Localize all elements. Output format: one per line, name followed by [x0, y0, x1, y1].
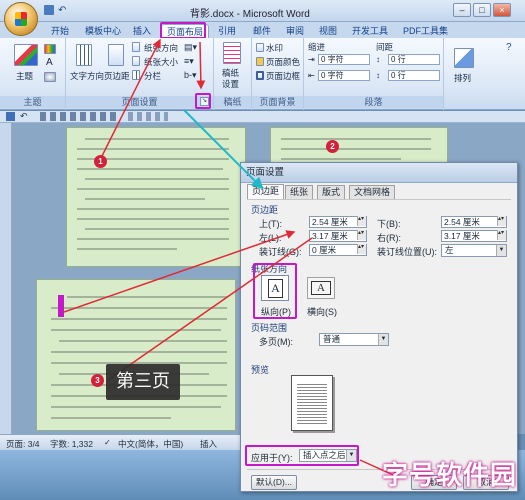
- annotation-arrows: [63, 38, 402, 480]
- arrow-to-tab: [99, 38, 161, 161]
- arrow-to-portrait: [63, 230, 296, 313]
- site-watermark: 字号软件园: [382, 455, 522, 495]
- callout-page-three: 第三页: [106, 364, 180, 400]
- arrow-to-dialog: [183, 109, 264, 190]
- step-badge-3: 3: [91, 374, 104, 387]
- watermark-text: 字号软件园: [382, 461, 518, 491]
- step-badge-1: 1: [94, 155, 107, 168]
- arrow-to-page3: [107, 237, 313, 381]
- office-button[interactable]: [4, 2, 38, 36]
- arrow-to-launcher: [196, 41, 206, 90]
- step-badge-2: 2: [326, 140, 339, 153]
